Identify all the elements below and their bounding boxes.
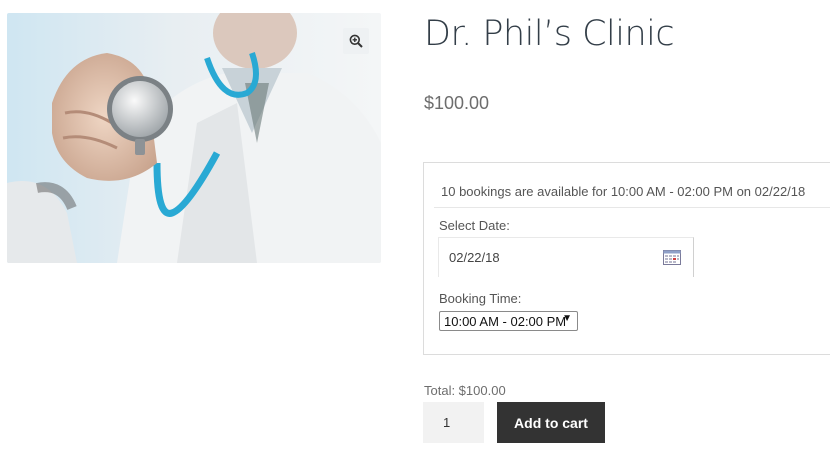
product-price: $100.00: [424, 93, 490, 113]
product-image[interactable]: [7, 13, 381, 263]
quantity-value: 1: [443, 415, 451, 430]
product-title: Dr. Phil’s Clinic: [424, 14, 675, 54]
booking-form: 10 bookings are available for 10:00 AM -…: [423, 162, 830, 355]
zoom-button[interactable]: [343, 28, 369, 54]
calendar-icon[interactable]: [663, 249, 681, 265]
add-to-cart-button[interactable]: Add to cart: [497, 402, 605, 443]
booking-time-select[interactable]: 10:00 AM - 02:00 PM ▼: [439, 311, 578, 331]
select-date-label: Select Date:: [439, 218, 510, 233]
caret-down-icon: ▼: [562, 313, 572, 324]
date-value: 02/22/18: [449, 250, 500, 265]
date-picker-input[interactable]: 02/22/18: [438, 237, 694, 277]
booking-time-value: 10:00 AM - 02:00 PM: [444, 314, 567, 329]
total-price: Total: $100.00: [424, 383, 506, 398]
doctor-stethoscope-image: [7, 13, 381, 263]
divider: [434, 207, 830, 208]
availability-message: 10 bookings are available for 10:00 AM -…: [441, 184, 806, 199]
booking-time-label: Booking Time:: [439, 291, 522, 306]
quantity-input[interactable]: 1: [423, 402, 484, 443]
zoom-in-icon: [349, 34, 363, 48]
